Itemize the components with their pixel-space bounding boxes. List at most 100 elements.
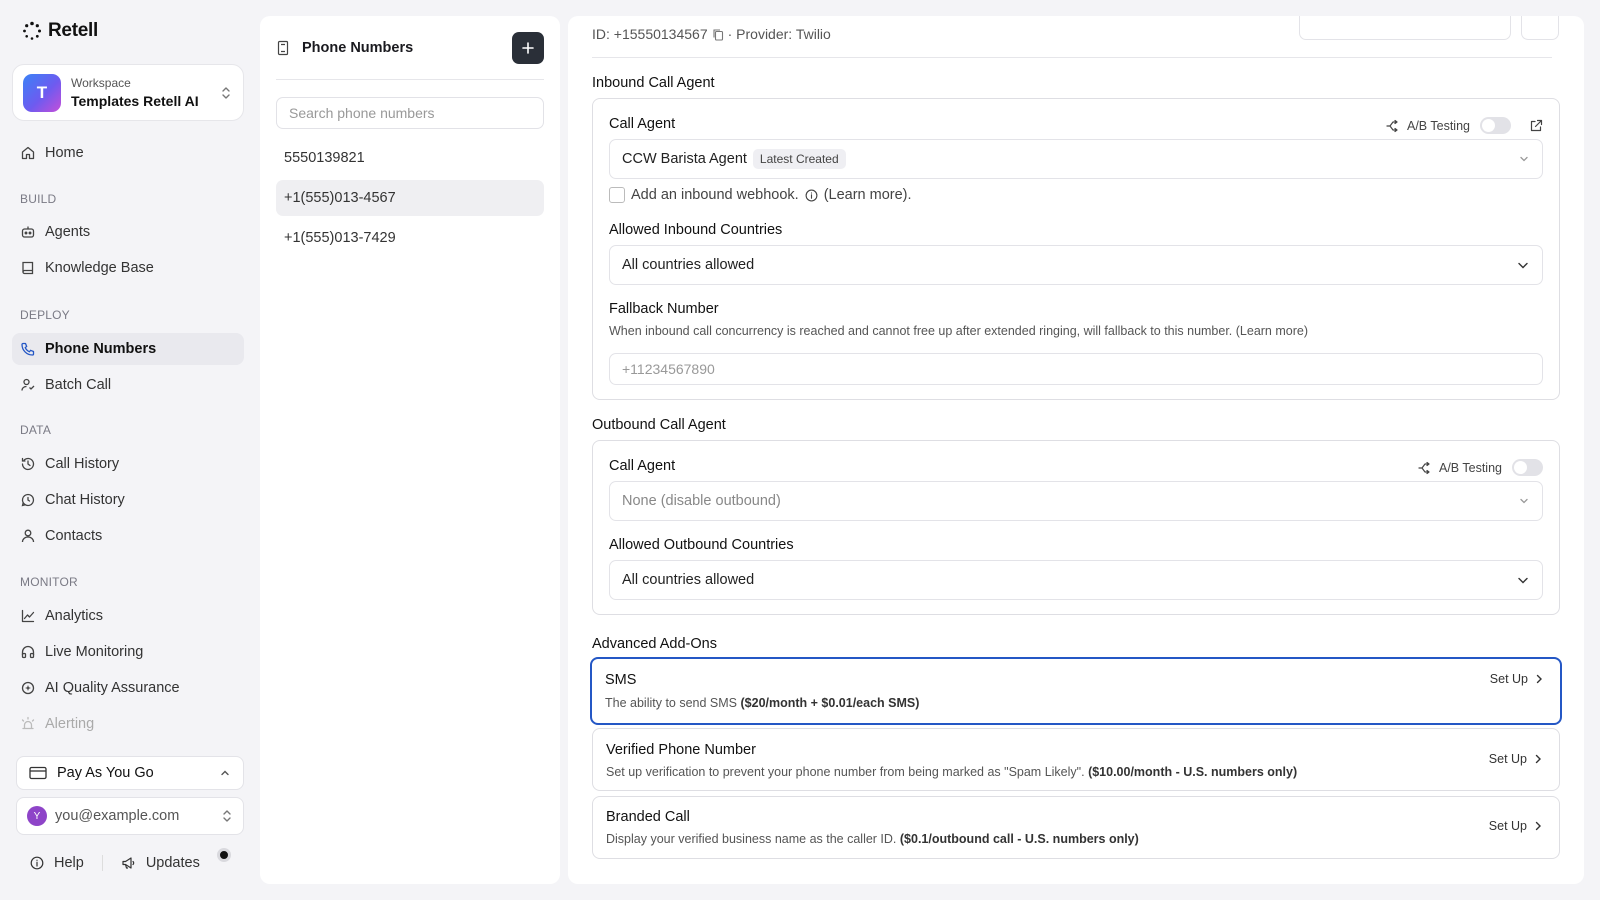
chevron-down-icon: [1518, 495, 1530, 507]
footer-divider: [101, 855, 103, 871]
nav-item-phone-numbers[interactable]: Phone Numbers: [12, 333, 244, 365]
nav-label-phone-numbers: Phone Numbers: [45, 341, 157, 357]
outbound-countries-select[interactable]: All countries allowed: [609, 560, 1543, 600]
nav-item-alerting[interactable]: Alerting: [12, 708, 244, 740]
nav-item-batch-call[interactable]: Batch Call: [12, 369, 244, 401]
copy-icon[interactable]: [712, 28, 724, 41]
nav-label-analytics: Analytics: [45, 608, 104, 624]
branded-addon-desc-text: Display your verified business name as t…: [606, 832, 897, 846]
phone-number-item[interactable]: +1(555)013-7429: [276, 220, 544, 256]
nav-section-deploy: DEPLOY: [20, 308, 70, 322]
plan-label: Pay As You Go: [57, 765, 154, 781]
outbound-countries-value: All countries allowed: [622, 572, 755, 588]
line-chart-icon: [20, 608, 36, 624]
verified-setup-button[interactable]: Set Up: [1489, 752, 1543, 766]
inbound-agent-card: Call Agent A/B Testing CCW Barista Agent…: [592, 98, 1560, 400]
outbound-ab-testing: A/B Testing: [1417, 459, 1543, 476]
sms-setup-button[interactable]: Set Up: [1490, 672, 1544, 686]
nav-label-call-history: Call History: [45, 456, 120, 472]
add-phone-number-button[interactable]: [512, 32, 544, 64]
plan-selector[interactable]: Pay As You Go: [16, 756, 244, 790]
home-icon: [20, 145, 36, 161]
workspace-avatar: T: [23, 73, 61, 112]
fallback-number-hint: When inbound call concurrency is reached…: [609, 324, 1308, 338]
workspace-switcher[interactable]: T Workspace Templates Retell AI: [12, 64, 244, 121]
nav-item-ai-quality-assurance[interactable]: AI Quality Assurance: [12, 672, 244, 704]
nav-section-monitor: MONITOR: [20, 575, 78, 589]
updates-link[interactable]: Updates: [121, 855, 200, 871]
branded-call-addon-card[interactable]: Branded Call Display your verified busin…: [592, 796, 1560, 859]
chat-clock-icon: [20, 492, 36, 508]
info-icon: [805, 189, 818, 202]
inbound-webhook-row: Add an inbound webhook. (Learn more).: [609, 187, 912, 203]
phone-number-item[interactable]: 5550139821: [276, 140, 544, 176]
chevron-down-icon: [1516, 573, 1530, 587]
chevron-up-icon: [219, 767, 231, 779]
search-phone-numbers-input[interactable]: [276, 97, 544, 129]
nav-item-home[interactable]: Home: [12, 137, 244, 169]
nav-item-analytics[interactable]: Analytics: [12, 600, 244, 632]
nav-item-agents[interactable]: Agents: [12, 216, 244, 248]
sms-addon-title: SMS: [605, 672, 637, 688]
inbound-countries-label: Allowed Inbound Countries: [609, 222, 783, 238]
nav-label-chat-history: Chat History: [45, 492, 125, 508]
verified-addon-price: ($10.00/month - U.S. numbers only): [1088, 765, 1298, 779]
info-icon: [30, 856, 44, 870]
phone-number-list: 5550139821 +1(555)013-4567 +1(555)013-74…: [276, 140, 544, 260]
nav-item-knowledge-base[interactable]: Knowledge Base: [12, 252, 244, 284]
chevron-right-icon: [1533, 754, 1543, 764]
outbound-agent-placeholder: None (disable outbound): [622, 493, 781, 509]
chevron-right-icon: [1534, 674, 1544, 684]
inbound-webhook-checkbox[interactable]: [609, 187, 625, 203]
sms-addon-card[interactable]: SMS The ability to send SMS ($20/month +…: [590, 657, 1562, 725]
nav-label-batch-call: Batch Call: [45, 377, 112, 393]
panel-divider: [276, 79, 544, 80]
sms-addon-price: ($20/month + $0.01/each SMS): [740, 696, 920, 710]
notification-dot: [217, 848, 231, 862]
external-link-icon[interactable]: [1529, 119, 1543, 133]
ab-testing-label: A/B Testing: [1406, 118, 1470, 133]
inbound-countries-value: All countries allowed: [622, 257, 755, 273]
brand-logo[interactable]: Retell: [22, 20, 98, 42]
phone-icon: [20, 341, 36, 357]
nav-item-contacts[interactable]: Contacts: [12, 520, 244, 552]
setup-label: Set Up: [1488, 819, 1527, 833]
headphones-icon: [20, 644, 36, 660]
branded-setup-button[interactable]: Set Up: [1489, 819, 1543, 833]
fallback-number-input[interactable]: [609, 353, 1543, 385]
plus-icon: [522, 42, 534, 54]
outbound-ab-testing-toggle[interactable]: [1512, 459, 1543, 476]
help-link[interactable]: Help: [30, 855, 84, 871]
header-more-button[interactable]: [1521, 16, 1559, 40]
retell-logo-icon: [22, 21, 42, 41]
bot-icon: [20, 224, 36, 240]
phone-numbers-title: Phone Numbers: [302, 40, 414, 56]
sms-addon-desc-text: The ability to send SMS: [605, 696, 738, 710]
header-divider: [592, 57, 1552, 58]
inbound-agent-name: CCW Barista Agent: [622, 151, 747, 167]
ab-testing-label: A/B Testing: [1438, 460, 1502, 475]
nav-label-alerting: Alerting: [45, 716, 95, 732]
header-action-button[interactable]: [1299, 16, 1511, 40]
nav-label-ai-quality-assurance: AI Quality Assurance: [45, 680, 180, 696]
nav-item-chat-history[interactable]: Chat History: [12, 484, 244, 516]
user-menu[interactable]: Y you@example.com: [16, 797, 244, 835]
book-icon: [20, 260, 36, 276]
inbound-countries-select[interactable]: All countries allowed: [609, 245, 1543, 285]
nav-section-build: BUILD: [20, 192, 57, 206]
phone-numbers-panel: Phone Numbers 5550139821 +1(555)013-4567…: [260, 16, 560, 884]
nav-item-live-monitoring[interactable]: Live Monitoring: [12, 636, 244, 668]
user-icon: [20, 528, 36, 544]
inbound-ab-testing-toggle[interactable]: [1480, 117, 1511, 134]
inbound-agent-select[interactable]: CCW Barista Agent Latest Created: [609, 139, 1543, 179]
nav-label-home: Home: [45, 145, 84, 161]
learn-more-link[interactable]: (Learn more).: [824, 187, 912, 203]
chevrons-up-down-icon: [221, 809, 233, 823]
outbound-agent-select[interactable]: None (disable outbound): [609, 481, 1543, 521]
verified-number-addon-card[interactable]: Verified Phone Number Set up verificatio…: [592, 728, 1560, 791]
verified-addon-desc-text: Set up verification to prevent your phon…: [606, 765, 1085, 779]
phone-number-item-selected[interactable]: +1(555)013-4567: [276, 180, 544, 216]
nav-item-call-history[interactable]: Call History: [12, 448, 244, 480]
inbound-call-agent-label: Call Agent: [609, 116, 676, 132]
updates-label: Updates: [145, 855, 200, 871]
